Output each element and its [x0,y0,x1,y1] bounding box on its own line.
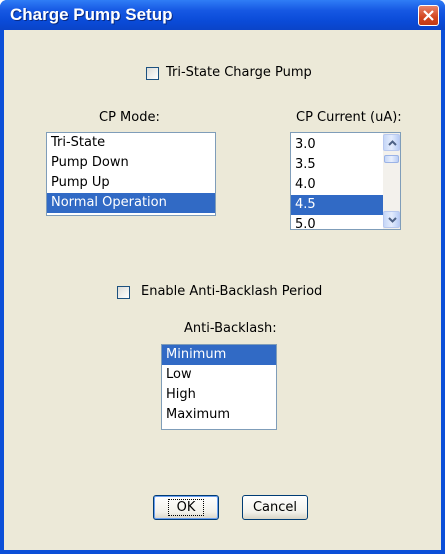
anti-backlash-item[interactable]: Low [162,365,276,385]
cp-mode-label: CP Mode: [99,110,160,125]
anti-backlash-item[interactable]: High [162,385,276,405]
chevron-up-icon [388,140,397,146]
cp-current-scrollbar[interactable] [383,133,400,229]
cp-mode-item[interactable]: Pump Up [47,173,215,193]
tristate-charge-pump-checkbox[interactable] [146,67,159,80]
cp-mode-item[interactable]: Pump Down [47,153,215,173]
close-icon [423,10,434,21]
dialog-window: Charge Pump Setup Tri-State Charge Pump … [0,0,445,554]
close-button[interactable] [418,5,439,26]
cp-mode-listbox[interactable]: Tri-State Pump Down Pump Up Normal Operatio… [46,132,216,216]
ok-button[interactable]: OK [153,495,219,520]
anti-backlash-period-label: Enable Anti-Backlash Period [141,284,323,299]
window-title: Charge Pump Setup [10,5,173,24]
cp-current-item[interactable]: 5.0 [291,215,383,229]
anti-backlash-item[interactable]: Maximum [162,405,276,425]
cp-current-item[interactable]: 4.5 [291,195,383,215]
anti-backlash-label: Anti-Backlash: [184,321,277,336]
title-bar[interactable]: Charge Pump Setup [0,0,445,30]
chevron-down-icon [388,217,397,223]
cp-current-item[interactable]: 3.0 [291,135,383,155]
cp-current-listbox[interactable]: 3.0 3.5 4.0 4.5 5.0 [290,132,401,230]
ok-button-label: OK [167,499,205,516]
scroll-down-button[interactable] [383,211,400,228]
cp-mode-item[interactable]: Tri-State [47,133,215,153]
cancel-button-label: Cancel [252,500,298,515]
anti-backlash-listbox[interactable]: Minimum Low High Maximum [161,344,277,430]
scroll-up-button[interactable] [383,134,400,151]
cp-current-item[interactable]: 4.0 [291,175,383,195]
cancel-button[interactable]: Cancel [242,495,308,520]
cp-current-label: CP Current (uA): [296,110,402,125]
tristate-charge-pump-label: Tri-State Charge Pump [166,65,312,80]
anti-backlash-item[interactable]: Minimum [162,345,276,365]
cp-mode-item[interactable]: Normal Operation [47,193,215,213]
cp-current-item[interactable]: 3.5 [291,155,383,175]
anti-backlash-period-checkbox[interactable] [117,286,130,299]
dialog-client-area: Tri-State Charge Pump CP Mode: Tri-State… [4,30,441,550]
scroll-thumb[interactable] [384,155,399,163]
